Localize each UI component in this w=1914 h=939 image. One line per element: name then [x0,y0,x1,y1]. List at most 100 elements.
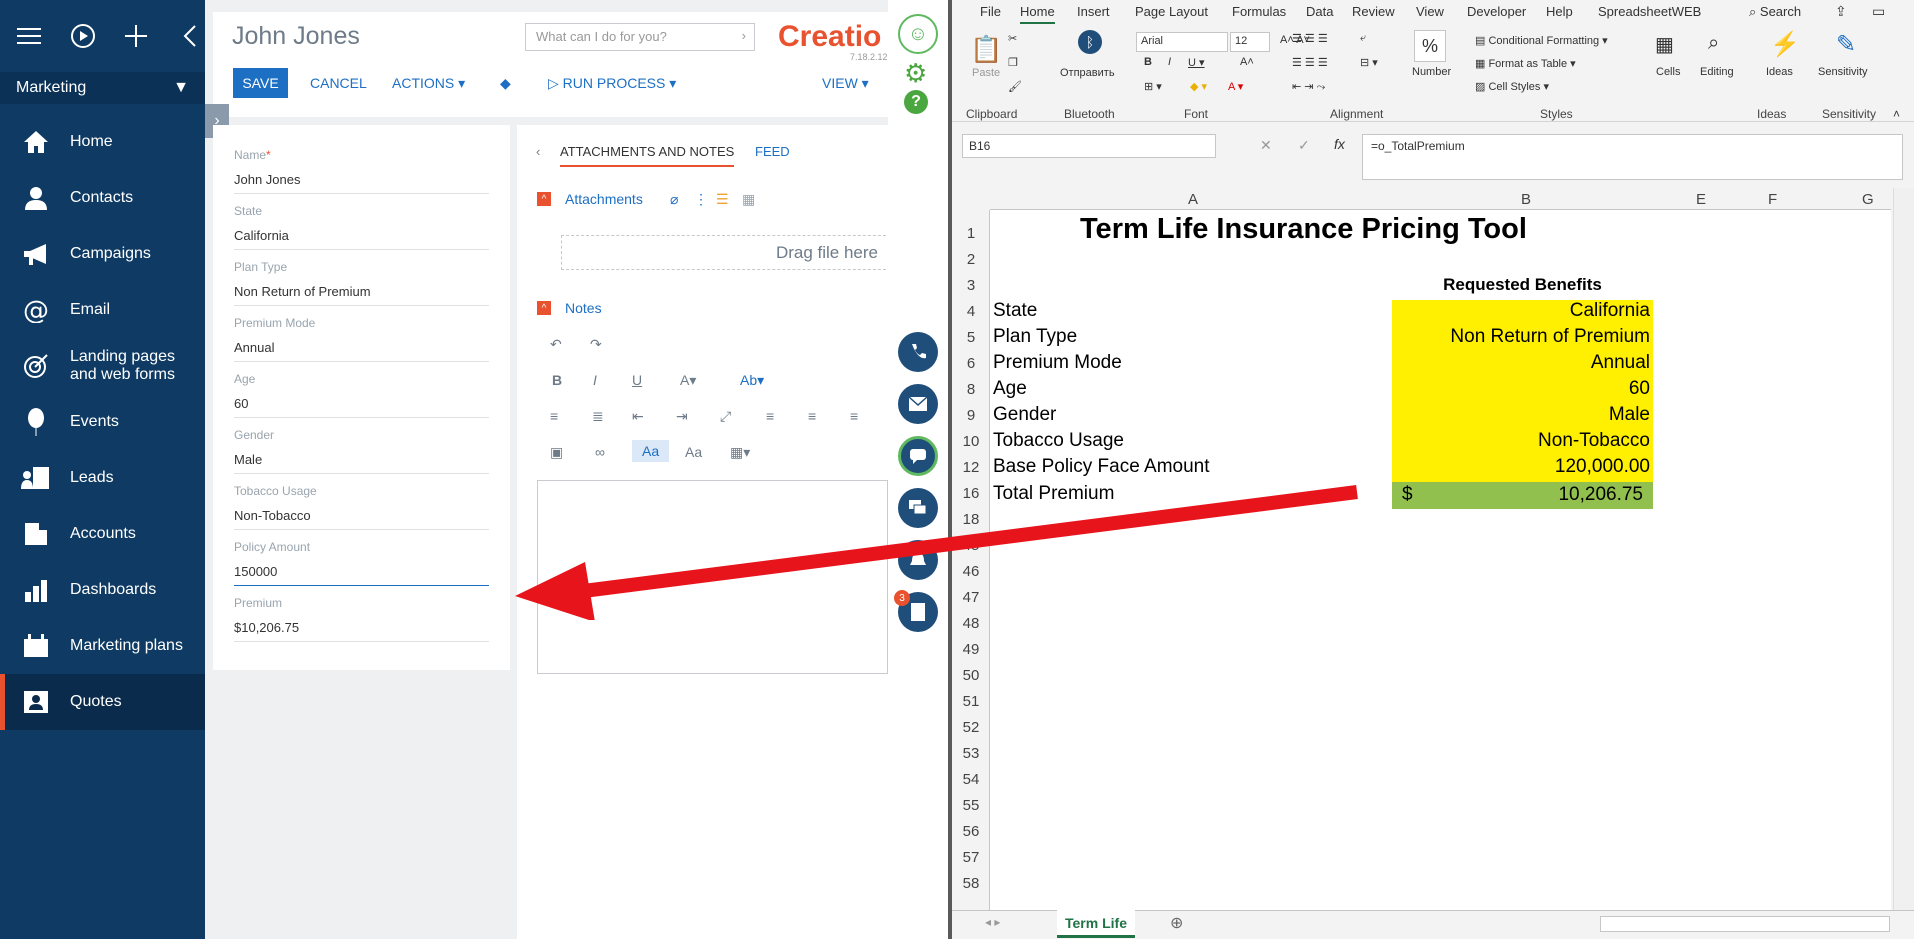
requested-benefits-header[interactable]: Requested Benefits [1392,275,1653,295]
field-input-tobacco-usage[interactable]: Non-Tobacco [234,508,489,530]
cell-value[interactable]: 120,000.00 [1392,456,1653,482]
menu-search[interactable]: ⌕ Search [1749,4,1801,20]
paperclip-icon[interactable]: ⌀ [670,191,678,208]
menu-page-layout[interactable]: Page Layout [1135,4,1208,19]
menu-data[interactable]: Data [1306,4,1333,19]
sidebar-item-quotes[interactable]: Quotes [0,674,205,730]
field-input-age[interactable]: 60 [234,396,489,418]
field-input-name[interactable]: John Jones [234,172,489,194]
undo-icon[interactable]: ↶ [550,336,562,353]
comments-icon[interactable]: ▭ [1872,3,1885,20]
phone-icon[interactable] [898,332,938,372]
profile-avatar-icon[interactable]: ☺ [898,14,938,54]
redo-icon[interactable]: ↷ [590,336,602,353]
column-header-b[interactable]: B [1521,191,1531,208]
cancel-formula-icon[interactable]: ✕ [1260,137,1272,154]
formula-bar[interactable]: =o_TotalPremium [1362,134,1903,180]
plus-icon[interactable] [122,21,152,51]
enter-formula-icon[interactable]: ✓ [1298,137,1310,154]
merge-icon[interactable]: ⊟ ▾ [1360,56,1378,69]
format-painter-icon[interactable]: 🖌 [1008,80,1022,93]
sidebar-item-home[interactable]: Home [0,114,205,170]
format-as-table-button[interactable]: ▦ Format as Table ▾ [1475,57,1576,70]
sidebar-item-accounts[interactable]: Accounts [0,506,205,562]
workspace-selector[interactable]: Marketing ▼ [0,72,205,104]
font-color-icon[interactable]: A ▾ [1228,80,1243,93]
view-button[interactable]: VIEW ▾ [822,68,869,98]
file-drop-zone[interactable]: Drag file here [561,235,891,270]
tab-feed[interactable]: FEED [755,144,790,159]
row-header[interactable]: 52 [952,719,990,736]
image-icon[interactable]: ▣ [550,444,563,461]
list-view-icon[interactable]: ☰ [716,191,729,208]
search-icon[interactable]: ⌕ [1708,32,1719,55]
cell-styles-button[interactable]: ▨ Cell Styles ▾ [1475,80,1549,93]
indent-icon[interactable]: ⇥ [676,408,688,425]
run-process-button[interactable]: ▷ RUN PROCESS ▾ [548,68,676,98]
tab-attachments-notes[interactable]: ATTACHMENTS AND NOTES [560,144,735,167]
sheet-title[interactable]: Term Life Insurance Pricing Tool [1080,213,1527,246]
copy-icon[interactable]: ❐ [1008,56,1018,69]
row-header[interactable]: 58 [952,875,990,892]
field-input-policy-amount[interactable]: 150000 [234,564,489,586]
field-input-plan-type[interactable]: Non Return of Premium [234,284,489,306]
cut-icon[interactable]: ✂ [1008,32,1017,45]
more-options-icon[interactable]: ⋮ [694,191,708,208]
menu-home[interactable]: Home [1020,4,1055,24]
percent-icon[interactable]: % [1414,30,1446,62]
borders-icon[interactable]: ⊞ ▾ [1144,80,1162,93]
column-header-g[interactable]: G [1862,191,1874,208]
tab-back-icon[interactable]: ‹ [536,144,540,159]
field-input-premium-mode[interactable]: Annual [234,340,489,362]
cell-label[interactable]: State [993,300,1037,322]
menu-formulas[interactable]: Formulas [1232,4,1286,19]
sidebar-item-email[interactable]: @ Email [0,282,205,338]
tag-icon[interactable]: ◆ [500,68,511,98]
menu-developer[interactable]: Developer [1467,4,1526,19]
align-center-icon[interactable]: ≡ [808,408,816,424]
field-input-premium[interactable]: $10,206.75 [234,620,489,642]
sidebar-item-marketing[interactable]: Marketing plans [0,618,205,674]
row-header[interactable]: 8 [952,381,990,398]
align-left-icon[interactable]: ≡ [766,408,774,424]
collapse-chevron-icon[interactable] [175,21,205,51]
menu-insert[interactable]: Insert [1077,4,1110,19]
numbered-list-icon[interactable]: ≡ [550,408,558,424]
row-header[interactable]: 2 [952,251,990,268]
cell-label[interactable]: Tobacco Usage [993,430,1124,452]
name-box[interactable]: B16 [962,134,1216,158]
link-icon[interactable]: ∞ [595,444,605,460]
cell-label[interactable]: Premium Mode [993,352,1122,374]
format-text-icon[interactable]: Aa [632,440,670,462]
field-input-gender[interactable]: Male [234,452,489,474]
bullet-list-icon[interactable]: ≣ [592,408,604,425]
cell-value[interactable]: 60 [1392,378,1653,404]
row-header[interactable]: 55 [952,797,990,814]
italic-icon[interactable]: I [593,372,597,388]
menu-file[interactable]: File [980,4,1001,19]
vertical-scrollbar[interactable] [1893,188,1914,910]
sensitivity-icon[interactable]: ✎ [1836,30,1856,59]
actions-button[interactable]: ACTIONS ▾ [392,68,465,98]
column-header-f[interactable]: F [1768,191,1777,208]
help-icon[interactable]: ? [904,90,928,114]
bold-icon[interactable]: B [552,372,562,388]
collapse-ribbon-icon[interactable]: ˄ [1893,107,1900,121]
indent-icon[interactable]: ⇤ ⇥ ⤳ [1292,80,1325,94]
sheet-tab-term-life[interactable]: Term Life [1057,910,1135,938]
row-header[interactable]: 56 [952,823,990,840]
row-header[interactable]: 4 [952,303,990,320]
cell-value[interactable]: Male [1392,404,1653,430]
horizontal-scrollbar[interactable] [1600,916,1890,932]
menu-view[interactable]: View [1416,4,1444,19]
sidebar-item-leads[interactable]: Leads [0,450,205,506]
font-color-icon[interactable]: A▾ [680,372,696,389]
underline-button[interactable]: U ▾ [1188,56,1205,69]
field-input-state[interactable]: California [234,228,489,250]
row-header[interactable]: 53 [952,745,990,762]
cell-value[interactable]: Annual [1392,352,1653,378]
add-sheet-icon[interactable]: ⊕ [1170,913,1183,933]
email-icon[interactable] [898,384,938,424]
row-header[interactable]: 51 [952,693,990,710]
collapse-attachments-icon[interactable]: ^ [537,192,551,206]
